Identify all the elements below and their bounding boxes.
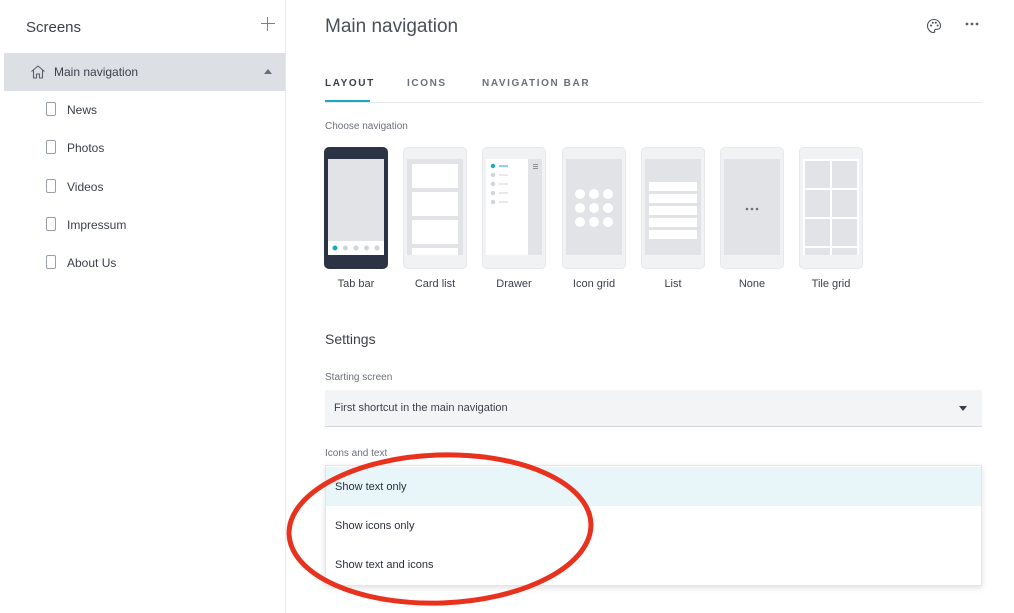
dropdown-option-text-only[interactable]: Show text only: [326, 467, 981, 506]
tab-bar: LAYOUT ICONS NAVIGATION BAR: [325, 70, 982, 103]
dropdown-option-label: Show text only: [335, 481, 407, 493]
dropdown-option-label: Show icons only: [335, 520, 415, 532]
starting-screen-select[interactable]: First shortcut in the main navigation: [325, 390, 982, 427]
page-title: Main navigation: [325, 16, 459, 37]
sidebar-header: Screens: [0, 0, 286, 54]
sidebar-item-main-navigation[interactable]: Main navigation: [4, 53, 285, 91]
sidebar-item-label: About Us: [67, 256, 117, 270]
palette-icon[interactable]: [926, 18, 942, 34]
page-icon: [46, 255, 56, 269]
icons-and-text-label: Icons and text: [325, 448, 388, 459]
sidebar-item-label: Photos: [67, 141, 105, 155]
tab-layout[interactable]: LAYOUT: [325, 78, 375, 89]
page-icon: [46, 217, 56, 231]
sidebar-item-label: News: [67, 103, 98, 117]
drawer-thumbnail: [482, 147, 546, 269]
active-tab-indicator: [325, 100, 370, 102]
dropdown-option-label: Show text and icons: [335, 559, 434, 571]
starting-screen-value: First shortcut in the main navigation: [334, 402, 508, 414]
choose-navigation-label: Choose navigation: [325, 121, 408, 132]
dropdown-option-text-and-icons[interactable]: Show text and icons: [326, 545, 981, 584]
card-list-thumbnail: [403, 147, 467, 269]
sidebar-item-label: Videos: [67, 180, 104, 194]
sidebar: Screens Main navigation News Photos Vide…: [0, 0, 286, 613]
plus-icon[interactable]: [261, 17, 275, 31]
tile-grid-thumbnail: [799, 147, 863, 269]
chevron-down-icon: [959, 406, 967, 411]
page-icon: [46, 102, 56, 116]
page-icon: [46, 179, 56, 193]
more-icon[interactable]: [964, 18, 980, 30]
sidebar-item-about-us[interactable]: About Us: [0, 247, 286, 279]
starting-screen-label: Starting screen: [325, 372, 393, 383]
tab-bar-thumbnail: [324, 147, 388, 269]
sidebar-item-videos[interactable]: Videos: [0, 171, 286, 203]
chevron-up-icon[interactable]: [264, 69, 272, 74]
list-thumbnail: [641, 147, 705, 269]
sidebar-item-news[interactable]: News: [0, 94, 286, 126]
sidebar-item-label: Impressum: [67, 218, 127, 232]
sidebar-item-impressum[interactable]: Impressum: [0, 209, 286, 241]
home-icon: [31, 65, 45, 79]
tab-icons[interactable]: ICONS: [407, 78, 447, 89]
sidebar-item-photos[interactable]: Photos: [0, 132, 286, 164]
icons-and-text-dropdown: Show text only Show icons only Show text…: [325, 465, 982, 586]
tab-navigation-bar[interactable]: NAVIGATION BAR: [482, 78, 590, 89]
page-icon: [46, 140, 56, 154]
main-panel: Main navigation LAYOUT ICONS NAVIGATION …: [287, 0, 1014, 613]
icon-grid-thumbnail: [562, 147, 626, 269]
none-thumbnail: [720, 147, 784, 269]
nav-option-label: Tile grid: [811, 278, 851, 290]
settings-title: Settings: [325, 331, 376, 347]
sidebar-title: Screens: [26, 19, 82, 36]
sidebar-item-label: Main navigation: [54, 65, 139, 79]
dropdown-option-icons-only[interactable]: Show icons only: [326, 506, 981, 545]
